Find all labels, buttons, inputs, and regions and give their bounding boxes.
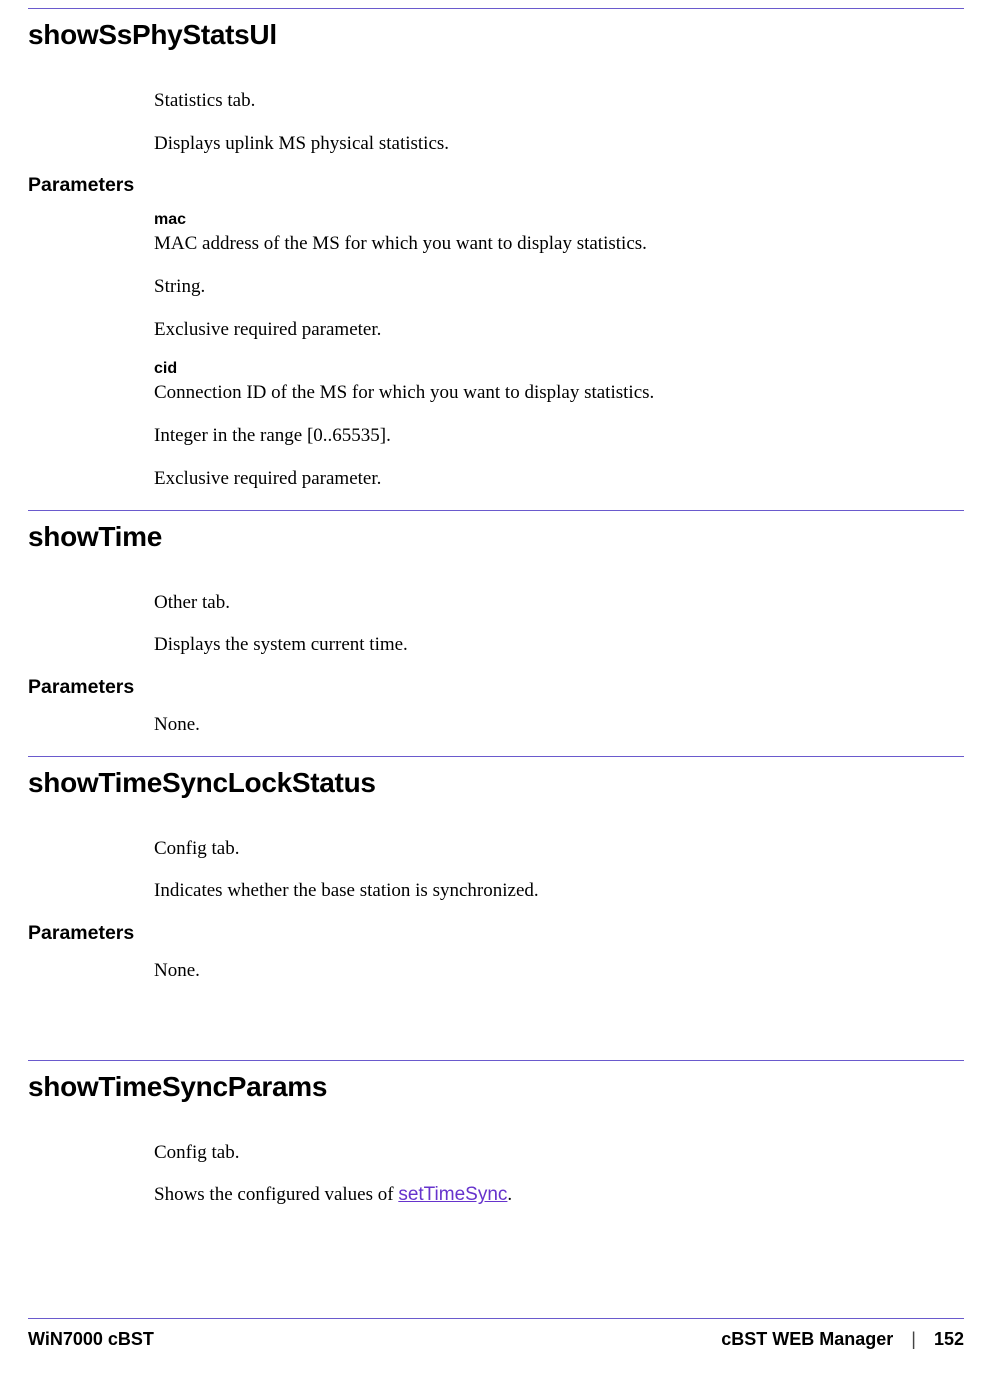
body-text-suffix: . bbox=[507, 1184, 512, 1205]
section-title: showTimeSyncParams bbox=[28, 1071, 964, 1103]
body-text: Config tab. bbox=[154, 1141, 964, 1166]
footer-left: WiN7000 cBST bbox=[28, 1329, 154, 1350]
section-showtime: showTime Other tab. Displays the system … bbox=[28, 521, 964, 738]
body-text: Integer in the range [0..65535]. bbox=[154, 424, 964, 449]
body-text: String. bbox=[154, 275, 964, 300]
link-settimesync[interactable]: setTimeSync bbox=[398, 1184, 507, 1205]
parameters-heading: Parameters bbox=[28, 174, 964, 197]
body-text: None. bbox=[154, 713, 964, 738]
footer-separator: | bbox=[911, 1329, 916, 1350]
body-text: MAC address of the MS for which you want… bbox=[154, 232, 964, 257]
parameters-heading: Parameters bbox=[28, 676, 964, 699]
body-text: Config tab. bbox=[154, 837, 964, 862]
footer-page-number: 152 bbox=[934, 1329, 964, 1350]
page-footer: WiN7000 cBST cBST WEB Manager | 152 bbox=[28, 1318, 964, 1350]
body-text: Indicates whether the base station is sy… bbox=[154, 879, 964, 904]
section-showtimesynclockstatus: showTimeSyncLockStatus Config tab. Indic… bbox=[28, 767, 964, 984]
body-text: Shows the configured values of setTimeSy… bbox=[154, 1183, 964, 1208]
body-text: Exclusive required parameter. bbox=[154, 467, 964, 492]
section-divider bbox=[28, 1060, 964, 1061]
section-title: showSsPhyStatsUl bbox=[28, 19, 964, 51]
body-text: Statistics tab. bbox=[154, 89, 964, 114]
param-name-cid: cid bbox=[154, 360, 964, 378]
footer-center: cBST WEB Manager bbox=[721, 1329, 893, 1350]
body-text: Exclusive required parameter. bbox=[154, 318, 964, 343]
section-showtimesyncparams: showTimeSyncParams Config tab. Shows the… bbox=[28, 1071, 964, 1208]
section-showssphystatsul: showSsPhyStatsUl Statistics tab. Display… bbox=[28, 19, 964, 492]
body-text: Displays uplink MS physical statistics. bbox=[154, 132, 964, 157]
parameters-heading: Parameters bbox=[28, 922, 964, 945]
body-text: Other tab. bbox=[154, 591, 964, 616]
param-name-mac: mac bbox=[154, 211, 964, 229]
section-title: showTimeSyncLockStatus bbox=[28, 767, 964, 799]
body-text-prefix: Shows the configured values of bbox=[154, 1184, 398, 1205]
body-text: Connection ID of the MS for which you wa… bbox=[154, 381, 964, 406]
body-text: None. bbox=[154, 959, 964, 984]
body-text: Displays the system current time. bbox=[154, 633, 964, 658]
section-divider bbox=[28, 756, 964, 757]
section-title: showTime bbox=[28, 521, 964, 553]
section-divider bbox=[28, 510, 964, 511]
